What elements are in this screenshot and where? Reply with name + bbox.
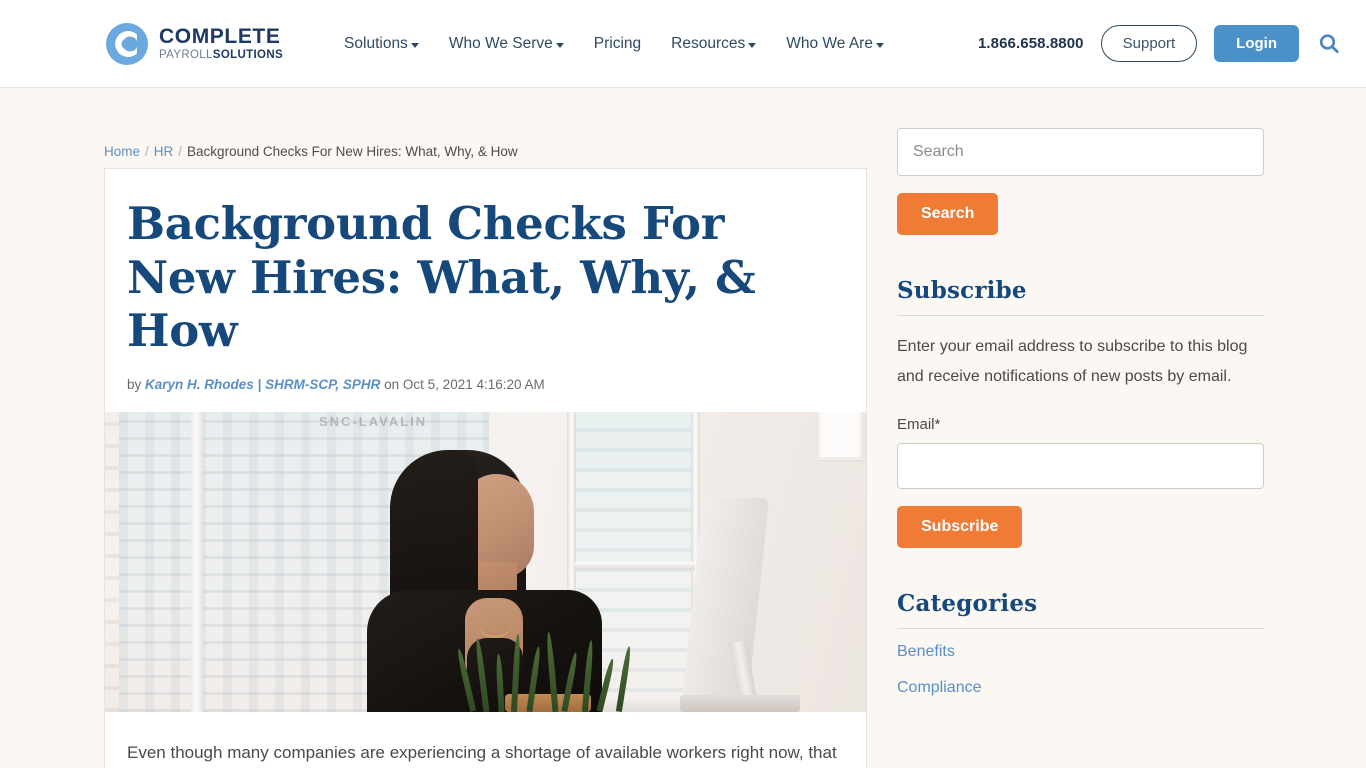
nav-item-who-we-are[interactable]: Who We Are — [786, 35, 884, 53]
nav-label: Resources — [671, 34, 746, 52]
support-button[interactable]: Support — [1100, 25, 1198, 62]
breadcrumb: Home / HR / Background Checks For New Hi… — [104, 88, 867, 168]
breadcrumb-hr-link[interactable]: HR — [154, 144, 174, 159]
hero-monitor-base — [680, 694, 800, 712]
article-byline: by Karyn H. Rhodes | SHRM-SCP, SPHR on O… — [127, 377, 844, 392]
category-link-benefits[interactable]: Benefits — [897, 643, 1264, 661]
site-header: COMPLETE PAYROLLSOLUTIONS Solutions Who … — [0, 0, 1366, 88]
breadcrumb-home-link[interactable]: Home — [104, 144, 140, 159]
byline-prefix: by — [127, 376, 142, 392]
chevron-down-icon — [748, 42, 757, 48]
search-input[interactable] — [897, 128, 1264, 176]
page-container: Home / HR / Background Checks For New Hi… — [0, 88, 1366, 768]
email-field-label: Email* — [897, 415, 941, 433]
nav-label: Who We Serve — [448, 34, 553, 52]
chevron-down-icon — [875, 42, 884, 48]
nav-label: Pricing — [593, 34, 642, 52]
breadcrumb-separator: / — [145, 144, 149, 159]
hero-window-mullion — [191, 411, 203, 712]
subscribe-heading: Subscribe — [897, 277, 1027, 304]
site-logo[interactable]: COMPLETE PAYROLLSOLUTIONS — [104, 21, 283, 67]
nav-label: Solutions — [344, 34, 408, 52]
categories-heading: Categories — [897, 589, 1038, 617]
article-hero-image: SNC-LAVALIN — [105, 411, 866, 712]
logo-solutions-text: SOLUTIONS — [212, 48, 284, 61]
author-link[interactable]: Karyn H. Rhodes | SHRM-SCP, SPHR — [145, 377, 380, 392]
phone-number[interactable]: 1.866.658.8800 — [978, 35, 1084, 52]
search-icon[interactable] — [1316, 31, 1342, 57]
nav-item-solutions[interactable]: Solutions — [344, 35, 419, 53]
login-button[interactable]: Login — [1214, 25, 1299, 62]
publish-date: Oct 5, 2021 4:16:20 AM — [402, 376, 545, 392]
main-navigation: Solutions Who We Serve Pricing Resources… — [344, 35, 884, 53]
main-content: Home / HR / Background Checks For New Hi… — [104, 88, 867, 768]
nav-label: Who We Are — [786, 34, 873, 52]
logo-wordmark: COMPLETE PAYROLLSOLUTIONS — [159, 26, 283, 62]
email-field[interactable] — [897, 442, 1264, 489]
article-body: Even though many companies are experienc… — [105, 711, 866, 768]
article-card: Background Checks For New Hires: What, W… — [104, 168, 867, 768]
subscribe-divider — [897, 315, 1264, 316]
nav-item-who-we-serve[interactable]: Who We Serve — [449, 35, 564, 53]
subscribe-description: Enter your email address to subscribe to… — [897, 338, 1248, 385]
logo-payroll-text: PAYROLL — [159, 48, 213, 61]
category-link-compliance[interactable]: Compliance — [897, 679, 1264, 697]
logo-line-complete: COMPLETE — [159, 24, 281, 48]
categories-list: Benefits Compliance — [897, 643, 1264, 697]
hero-plant — [455, 630, 642, 712]
hero-building-sign: SNC-LAVALIN — [319, 413, 428, 429]
hero-picture-frame — [817, 411, 863, 460]
article-header: Background Checks For New Hires: What, W… — [105, 169, 866, 412]
logo-line-payroll-solutions: PAYROLLSOLUTIONS — [159, 48, 284, 62]
categories-divider — [897, 627, 1264, 629]
hero-window-frame — [575, 561, 695, 570]
chevron-down-icon — [410, 42, 419, 48]
c-circle-logo-icon — [104, 21, 150, 67]
breadcrumb-separator: / — [178, 144, 183, 159]
nav-item-pricing[interactable]: Pricing — [594, 35, 641, 53]
breadcrumb-current: Background Checks For New Hires: What, W… — [187, 144, 518, 159]
page-title: Background Checks For New Hires: What, W… — [127, 197, 756, 358]
subscribe-button[interactable]: Subscribe — [897, 505, 1023, 548]
nav-item-resources[interactable]: Resources — [671, 34, 757, 53]
sidebar: Search Subscribe Enter your email addres… — [897, 88, 1264, 697]
chevron-down-icon — [555, 42, 564, 48]
search-button[interactable]: Search — [897, 193, 999, 235]
article-paragraph: Even though many companies are experienc… — [127, 742, 837, 762]
header-actions: 1.866.658.8800 Support Login — [978, 25, 1342, 62]
byline-middle: on — [384, 376, 400, 392]
